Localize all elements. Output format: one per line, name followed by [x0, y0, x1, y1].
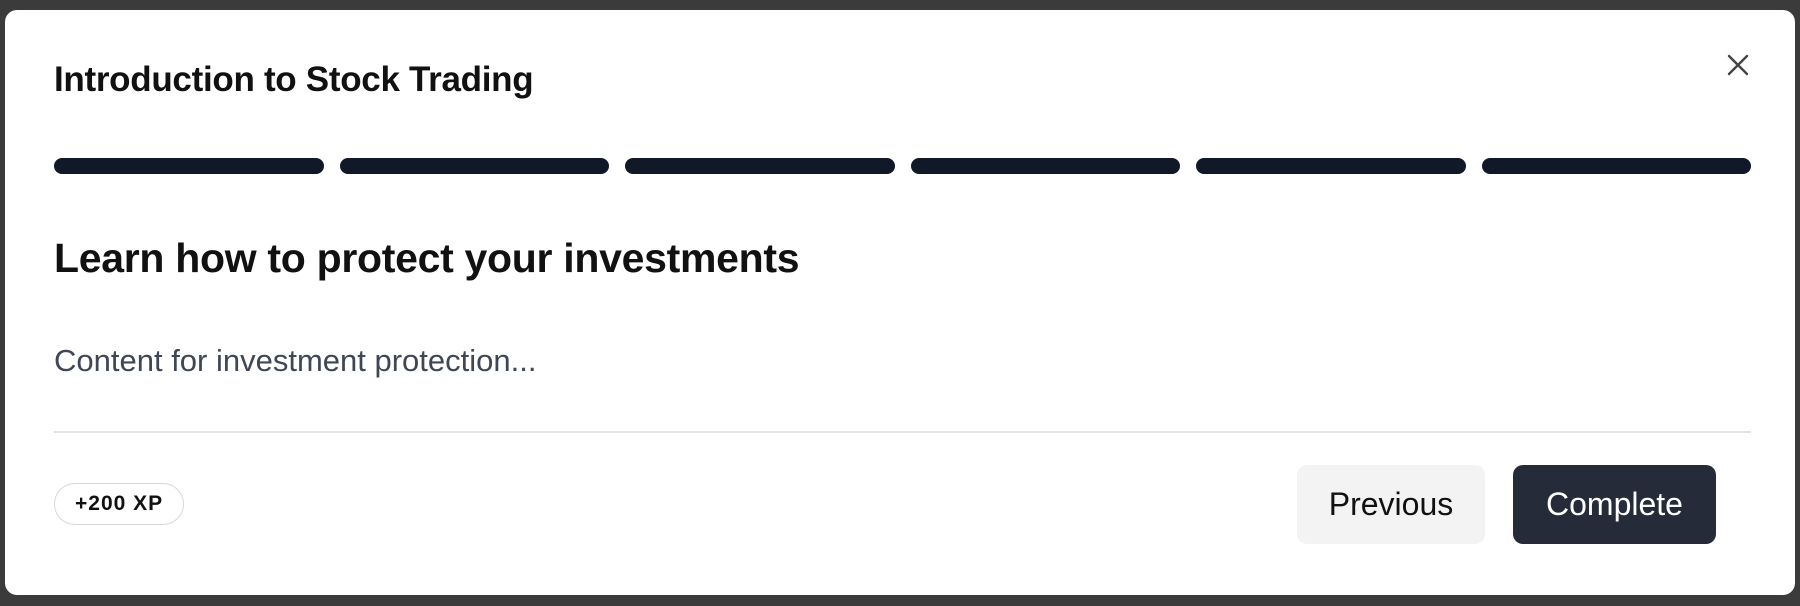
progress-segment	[54, 158, 324, 174]
footer-divider	[54, 431, 1751, 433]
step-content: Content for investment protection...	[54, 343, 537, 378]
xp-badge: +200 XP	[54, 483, 185, 525]
progress-segment	[1196, 158, 1466, 174]
complete-button[interactable]: Complete	[1513, 465, 1716, 544]
progress-bar	[54, 158, 1751, 176]
close-button[interactable]	[1719, 46, 1757, 84]
progress-segment	[339, 158, 609, 174]
lesson-modal: Introduction to Stock Trading Learn how …	[5, 10, 1795, 595]
modal-title: Introduction to Stock Trading	[54, 60, 534, 99]
progress-segment	[1481, 158, 1751, 174]
progress-segment	[910, 158, 1180, 174]
previous-button[interactable]: Previous	[1297, 465, 1485, 544]
close-icon	[1727, 54, 1749, 76]
progress-segment	[625, 158, 895, 174]
step-heading: Learn how to protect your investments	[54, 235, 800, 281]
